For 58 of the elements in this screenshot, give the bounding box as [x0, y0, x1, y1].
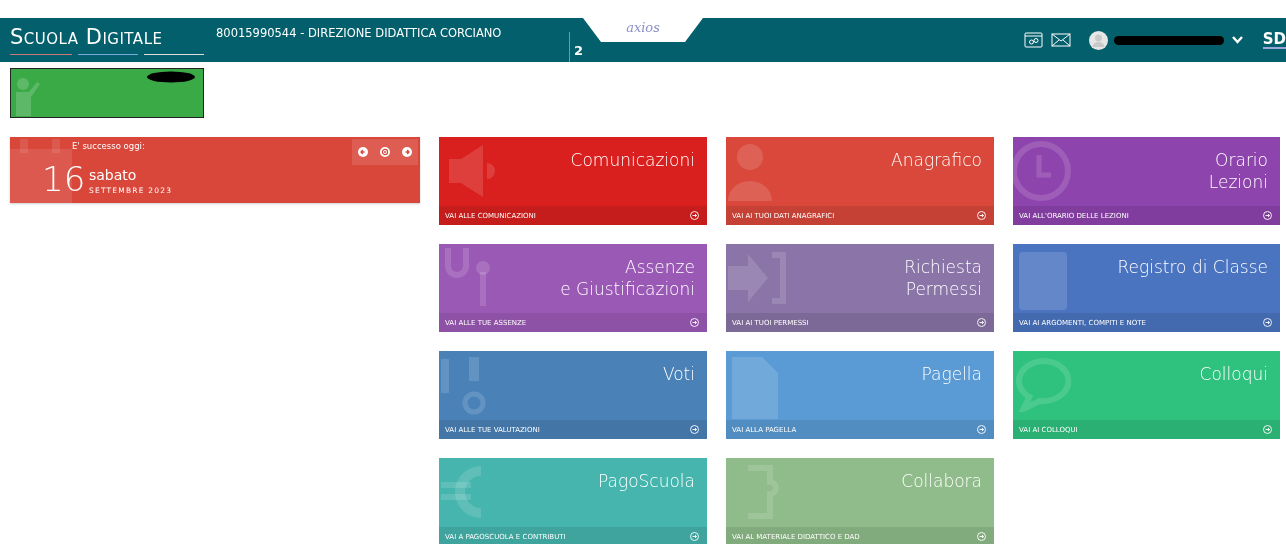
tile-background[interactable] [439, 244, 707, 332]
arrow-right-icon[interactable] [977, 532, 986, 541]
day-number: 16 [42, 159, 86, 199]
profile-card[interactable] [10, 68, 204, 118]
tile-title: Orario Lezioni [1208, 149, 1268, 193]
arrow-right-icon[interactable] [690, 425, 699, 434]
tile-background[interactable] [726, 137, 994, 225]
arrow-right-icon[interactable] [1263, 318, 1272, 327]
megaphone-icon [446, 142, 498, 200]
avatar-icon[interactable] [1088, 30, 1108, 50]
tile-title: Voti [662, 363, 695, 385]
tile-background[interactable] [1013, 351, 1280, 439]
tile-background[interactable] [1013, 137, 1280, 225]
logo-text[interactable]: Scuola Digitale [10, 25, 204, 55]
tile-background[interactable] [726, 458, 994, 544]
arrow-door-icon [726, 249, 789, 307]
page-icon [729, 354, 781, 422]
arrow-right-icon[interactable] [977, 211, 986, 220]
redaction-mark [146, 71, 196, 83]
arrow-right-icon[interactable] [690, 318, 699, 327]
tile-title: Pagella [921, 363, 982, 385]
tile-title: Colloqui [1199, 363, 1268, 385]
tile-background[interactable] [1013, 244, 1280, 332]
speech-bubble-icon [1015, 358, 1072, 412]
school-name: 80015990544 - DIREZIONE DIDATTICA CORCIANO [216, 26, 503, 40]
tile-title: Collabora [901, 470, 982, 492]
tile-title: PagoScuola [598, 470, 695, 492]
tile-background[interactable] [726, 244, 994, 332]
tile-title: Richiesta Permessi [904, 256, 982, 300]
person-icon [726, 141, 775, 204]
arrow-right-icon[interactable] [977, 318, 986, 327]
user-initials[interactable]: SD [1262, 31, 1286, 49]
arrow-right-icon[interactable] [1263, 425, 1272, 434]
clock-icon [1013, 141, 1071, 201]
next-icon[interactable] [402, 147, 412, 157]
gears-icon[interactable] [1023, 32, 1043, 48]
tile-title: Anagrafico [891, 149, 982, 171]
arrow-right-icon[interactable] [977, 425, 986, 434]
arrow-right-icon[interactable] [1263, 211, 1272, 220]
partial-text: 2 [569, 32, 584, 62]
tile-background[interactable] [439, 137, 707, 225]
target-icon[interactable] [380, 147, 390, 157]
brand-logo-text: axios [626, 20, 660, 37]
tile-background[interactable] [439, 458, 707, 544]
mail-icon[interactable] [1050, 33, 1071, 47]
brand-tab[interactable]: axios [583, 18, 703, 42]
tile-title: Registro di Classe [1117, 256, 1268, 278]
chevron-down-icon[interactable] [1231, 36, 1243, 44]
tile-title: Comunicazioni [570, 149, 695, 171]
euro-icon [439, 463, 484, 521]
weekday: sabato [89, 167, 137, 183]
tile-background[interactable] [439, 351, 707, 439]
arrow-right-icon[interactable] [690, 211, 699, 220]
widget-heading: E' successo oggi: [72, 141, 145, 151]
previous-icon[interactable] [358, 147, 368, 157]
tile-background[interactable] [726, 351, 994, 439]
tile-title: Assenze e Giustificazioni [560, 256, 695, 300]
arrow-right-icon[interactable] [690, 532, 699, 541]
